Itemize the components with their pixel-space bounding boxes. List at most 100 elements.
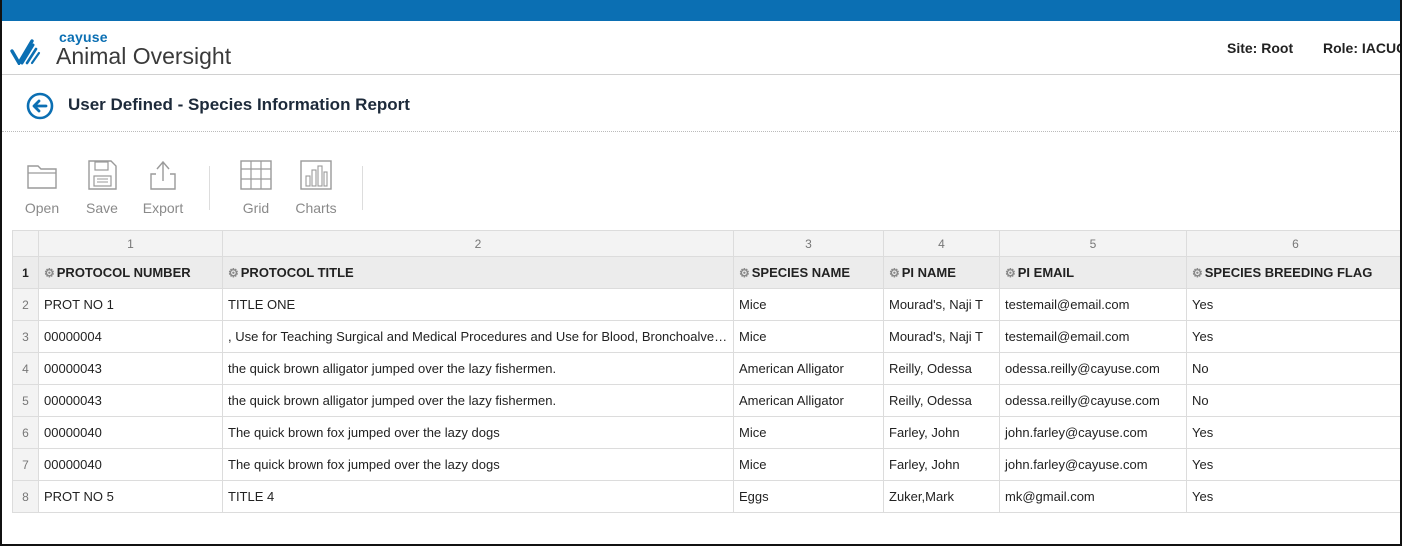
table-cell[interactable]: TITLE 4 — [222, 480, 734, 513]
table-cell[interactable]: Farley, John — [883, 416, 1000, 449]
table-row: 2 PROT NO 1 TITLE ONE Mice Mourad's, Naj… — [12, 288, 1400, 321]
table-row: 6 00000040 The quick brown fox jumped ov… — [12, 416, 1400, 449]
row-number[interactable]: 5 — [12, 384, 39, 417]
row-number[interactable]: 4 — [12, 352, 39, 385]
row-number[interactable]: 7 — [12, 448, 39, 481]
column-number[interactable]: 1 — [38, 230, 223, 257]
charts-button[interactable]: Charts — [292, 158, 340, 216]
column-header[interactable]: ⚙ PI EMAIL — [999, 256, 1187, 289]
table-cell[interactable]: Mice — [733, 320, 884, 353]
column-header[interactable]: ⚙ PROTOCOL TITLE — [222, 256, 734, 289]
table-cell[interactable]: testemail@email.com — [999, 320, 1187, 353]
column-header-label: PI EMAIL — [1017, 265, 1075, 280]
role-indicator[interactable]: Role: IACUC — [1323, 40, 1400, 56]
toolbar-divider — [209, 166, 210, 210]
table-cell[interactable]: Zuker,Mark — [883, 480, 1000, 513]
gear-icon[interactable]: ⚙ — [44, 266, 55, 280]
column-header[interactable]: ⚙ SPECIES BREEDING FLAG — [1186, 256, 1400, 289]
table-cell[interactable]: No — [1186, 352, 1400, 385]
table-row: 3 00000004 , Use for Teaching Surgical a… — [12, 320, 1400, 353]
grid-icon — [240, 160, 272, 190]
grid-label: Grid — [242, 200, 270, 216]
row-number[interactable]: 3 — [12, 320, 39, 353]
charts-label: Charts — [295, 200, 337, 216]
table-cell[interactable]: odessa.reilly@cayuse.com — [999, 384, 1187, 417]
table-cell[interactable]: 00000040 — [38, 448, 223, 481]
toolbar-divider — [362, 166, 363, 210]
grid-button[interactable]: Grid — [236, 158, 276, 216]
table-cell[interactable]: , Use for Teaching Surgical and Medical … — [222, 320, 734, 353]
table-cell[interactable]: john.farley@cayuse.com — [999, 416, 1187, 449]
column-header-label: SPECIES BREEDING FLAG — [1204, 265, 1373, 280]
gear-icon[interactable]: ⚙ — [889, 266, 900, 280]
row-number[interactable]: 1 — [12, 256, 39, 289]
table-cell[interactable]: Yes — [1186, 416, 1400, 449]
table-cell[interactable]: Farley, John — [883, 448, 1000, 481]
table-cell[interactable]: Mourad's, Naji T — [883, 320, 1000, 353]
page-title: User Defined - Species Information Repor… — [68, 95, 410, 114]
table-cell[interactable]: 00000040 — [38, 416, 223, 449]
column-number[interactable]: 3 — [733, 230, 884, 257]
table-cell[interactable]: Mice — [733, 288, 884, 321]
open-button[interactable]: Open — [22, 158, 62, 216]
table-cell[interactable]: john.farley@cayuse.com — [999, 448, 1187, 481]
row-number[interactable]: 8 — [12, 480, 39, 513]
save-button[interactable]: Save — [82, 158, 122, 216]
column-number[interactable]: 2 — [222, 230, 734, 257]
table-cell[interactable]: Yes — [1186, 480, 1400, 513]
table-cell[interactable]: the quick brown alligator jumped over th… — [222, 352, 734, 385]
table-cell[interactable]: The quick brown fox jumped over the lazy… — [222, 448, 734, 481]
floppy-disk-icon — [88, 160, 117, 190]
column-header[interactable]: ⚙ SPECIES NAME — [733, 256, 884, 289]
column-number[interactable]: 6 — [1186, 230, 1400, 257]
gear-icon[interactable]: ⚙ — [1005, 266, 1016, 280]
column-header[interactable]: ⚙ PROTOCOL NUMBER — [38, 256, 223, 289]
column-number[interactable]: 5 — [999, 230, 1187, 257]
table-cell[interactable]: testemail@email.com — [999, 288, 1187, 321]
table-cell[interactable]: American Alligator — [733, 352, 884, 385]
table-row: 8 PROT NO 5 TITLE 4 Eggs Zuker,Mark mk@g… — [12, 480, 1400, 513]
table-cell[interactable]: Eggs — [733, 480, 884, 513]
table-cell[interactable]: Yes — [1186, 288, 1400, 321]
column-number[interactable]: 4 — [883, 230, 1000, 257]
table-cell[interactable]: Reilly, Odessa — [883, 352, 1000, 385]
app-frame: cayuse Animal Oversight Site: Root Role:… — [0, 0, 1402, 546]
row-number[interactable]: 6 — [12, 416, 39, 449]
table-cell[interactable]: 00000043 — [38, 352, 223, 385]
table-cell[interactable]: Mice — [733, 416, 884, 449]
export-label: Export — [142, 200, 184, 216]
header-row: 1 ⚙ PROTOCOL NUMBER ⚙ PROTOCOL TITLE ⚙ SPEC… — [12, 256, 1400, 289]
open-label: Open — [24, 200, 60, 216]
back-arrow-circle-icon[interactable] — [26, 92, 54, 120]
gear-icon[interactable]: ⚙ — [739, 266, 750, 280]
table-cell[interactable]: mk@gmail.com — [999, 480, 1187, 513]
table-row: 7 00000040 The quick brown fox jumped ov… — [12, 448, 1400, 481]
column-number-row: 1 2 3 4 5 6 — [12, 230, 1400, 257]
table-cell[interactable]: Mourad's, Naji T — [883, 288, 1000, 321]
table-cell[interactable]: odessa.reilly@cayuse.com — [999, 352, 1187, 385]
table-cell[interactable]: 00000043 — [38, 384, 223, 417]
table-cell[interactable]: PROT NO 1 — [38, 288, 223, 321]
gear-icon[interactable]: ⚙ — [228, 266, 239, 280]
table-cell[interactable]: Mice — [733, 448, 884, 481]
page-title-bar: User Defined - Species Information Repor… — [2, 76, 1400, 132]
table-cell[interactable]: Reilly, Odessa — [883, 384, 1000, 417]
table-cell[interactable]: the quick brown alligator jumped over th… — [222, 384, 734, 417]
table-cell[interactable]: Yes — [1186, 448, 1400, 481]
row-number[interactable]: 2 — [12, 288, 39, 321]
table-cell[interactable]: 00000004 — [38, 320, 223, 353]
column-header-label: PROTOCOL NUMBER — [56, 265, 191, 280]
export-button[interactable]: Export — [138, 158, 188, 216]
top-accent-bar — [2, 0, 1400, 21]
table-cell[interactable]: Yes — [1186, 320, 1400, 353]
table-cell[interactable]: No — [1186, 384, 1400, 417]
table-cell[interactable]: The quick brown fox jumped over the lazy… — [222, 416, 734, 449]
table-cell[interactable]: PROT NO 5 — [38, 480, 223, 513]
gear-icon[interactable]: ⚙ — [1192, 266, 1203, 280]
app-header: cayuse Animal Oversight Site: Root Role:… — [2, 21, 1400, 75]
site-indicator[interactable]: Site: Root — [1227, 40, 1293, 56]
column-header[interactable]: ⚙ PI NAME — [883, 256, 1000, 289]
save-label: Save — [86, 200, 118, 216]
table-cell[interactable]: American Alligator — [733, 384, 884, 417]
table-cell[interactable]: TITLE ONE — [222, 288, 734, 321]
